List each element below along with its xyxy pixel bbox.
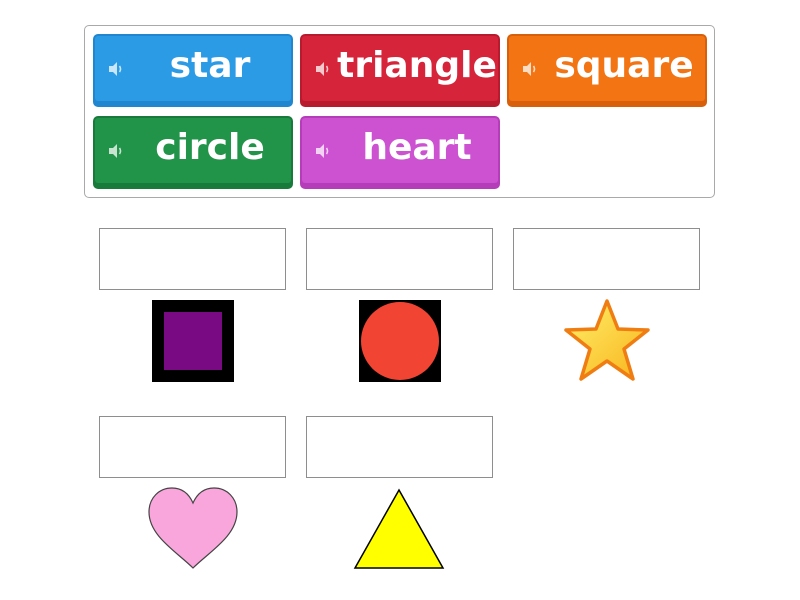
- drop-zone-star[interactable]: [513, 228, 700, 290]
- word-tile-heart[interactable]: heart: [300, 116, 500, 189]
- drop-zone-triangle[interactable]: [306, 416, 493, 478]
- speaker-icon[interactable]: [521, 60, 539, 78]
- speaker-icon[interactable]: [107, 142, 125, 160]
- drop-zone-circle[interactable]: [306, 228, 493, 290]
- speaker-icon[interactable]: [314, 60, 332, 78]
- word-tile-square[interactable]: square: [507, 34, 707, 107]
- word-tile-label: square: [554, 45, 694, 86]
- triangle-shape: [353, 488, 445, 569]
- word-tile-label: circle: [155, 127, 265, 168]
- word-tile-label: star: [169, 45, 251, 86]
- square-shape: [152, 300, 234, 382]
- drop-zone-square[interactable]: [99, 228, 286, 290]
- heart-shape: [148, 487, 238, 569]
- word-tile-circle[interactable]: circle: [93, 116, 293, 189]
- word-tile-triangle[interactable]: triangle: [300, 34, 500, 107]
- speaker-icon[interactable]: [314, 142, 332, 160]
- word-tile-star[interactable]: star: [93, 34, 293, 107]
- word-bank: star triangle square circle heart: [84, 25, 715, 198]
- word-tile-label: heart: [362, 127, 472, 168]
- speaker-icon[interactable]: [107, 60, 125, 78]
- word-tile-label: triangle: [337, 45, 497, 86]
- match-activity: star triangle square circle heart: [0, 0, 800, 600]
- star-shape: [564, 299, 650, 381]
- circle-shape: [359, 300, 441, 382]
- drop-zone-heart[interactable]: [99, 416, 286, 478]
